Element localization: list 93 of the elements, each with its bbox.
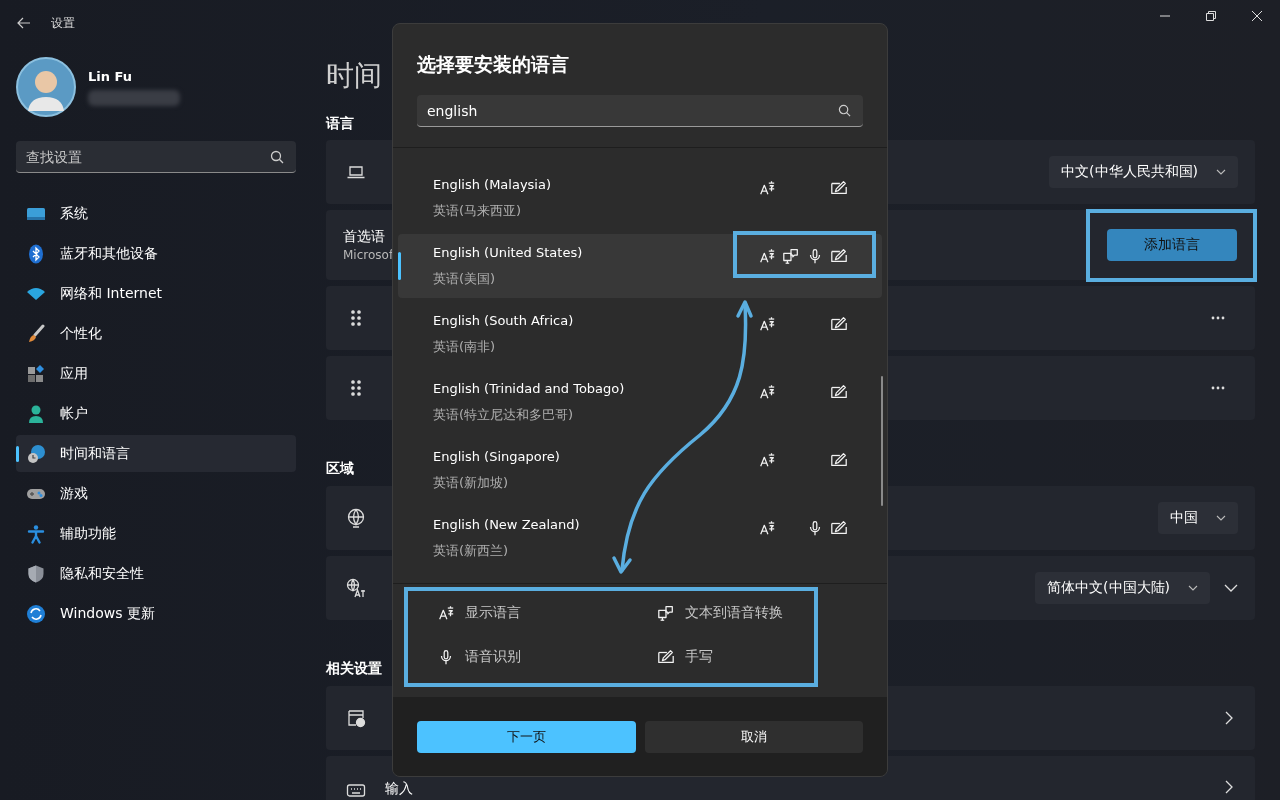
handwriting-icon xyxy=(657,648,675,666)
nav-item[interactable]: 游戏 xyxy=(16,474,296,514)
bluetooth-icon xyxy=(26,244,46,264)
nav-item[interactable]: 系统 xyxy=(16,194,296,234)
chevron-right-icon[interactable] xyxy=(1225,711,1233,725)
person-icon xyxy=(26,404,46,424)
legend-label: 手写 xyxy=(685,648,713,666)
accessibility-icon xyxy=(26,524,46,544)
language-name: English (South Africa) xyxy=(433,312,575,328)
language-row[interactable]: English (South Africa) 英语(南非) xyxy=(398,302,882,366)
language-native-name: 英语(马来西亚) xyxy=(433,201,523,220)
more-icon[interactable] xyxy=(1211,386,1225,390)
language-native-name: 英语(美国) xyxy=(433,269,497,288)
display-language-icon xyxy=(758,179,776,197)
language-row[interactable]: English (Malaysia) 英语(马来西亚) xyxy=(398,166,882,230)
handwriting-icon xyxy=(830,247,848,265)
text-to-speech-icon xyxy=(782,247,800,265)
nav-item[interactable]: 辅助功能 xyxy=(16,514,296,554)
card-subtitle: Microsof xyxy=(343,248,394,262)
language-name: English (Trinidad and Tobago) xyxy=(433,380,626,396)
back-arrow-icon[interactable] xyxy=(17,17,31,29)
language-name: English (New Zealand) xyxy=(433,516,581,532)
nav-item[interactable]: 网络和 Internet xyxy=(16,274,296,314)
search-icon xyxy=(270,150,284,164)
handwriting-icon xyxy=(830,383,848,401)
shield-icon xyxy=(26,564,46,584)
restore-icon[interactable] xyxy=(1206,11,1216,21)
nav-item[interactable]: 个性化 xyxy=(16,314,296,354)
chevron-down-icon xyxy=(1216,169,1226,175)
expand-chevron-icon[interactable] xyxy=(1224,584,1238,592)
language-row[interactable]: English (New Zealand) 英语(新西兰) xyxy=(398,506,882,570)
dropdown[interactable]: 中国 xyxy=(1158,502,1238,534)
language-row[interactable]: English (Trinidad and Tobago) 英语(特立尼达和多巴哥) xyxy=(398,370,882,434)
avatar-icon xyxy=(16,57,76,117)
section-heading: 相关设置 xyxy=(326,660,382,676)
nav-item[interactable]: 蓝牙和其他设备 xyxy=(16,234,296,274)
cancel-button[interactable]: 取消 xyxy=(644,721,863,753)
language-native-name: 英语(特立尼达和多巴哥) xyxy=(433,405,575,424)
text-to-speech-icon xyxy=(657,604,675,622)
legend-label: 文本到语音转换 xyxy=(685,604,783,622)
paintbrush-icon xyxy=(26,324,46,344)
page-title: 时间 xyxy=(326,58,382,94)
language-row[interactable]: English (United States) 英语(美国) xyxy=(398,234,882,298)
language-native-name: 英语(新加坡) xyxy=(433,473,510,492)
language-native-name: 英语(南非) xyxy=(433,337,497,356)
dialog-title: 选择要安装的语言 xyxy=(417,52,570,77)
language-native-name: 英语(新西兰) xyxy=(433,541,510,560)
display-language-icon xyxy=(758,451,776,469)
legend-label: 显示语言 xyxy=(465,604,521,622)
close-icon[interactable] xyxy=(1252,11,1262,21)
display-language-icon xyxy=(758,247,776,265)
section-heading: 区域 xyxy=(326,460,354,476)
globe-icon xyxy=(346,508,366,528)
nav-item[interactable]: 时间和语言 xyxy=(16,435,296,472)
language-name: English (United States) xyxy=(433,244,584,260)
chevron-down-icon xyxy=(1216,515,1226,521)
more-icon[interactable] xyxy=(1211,316,1225,320)
language-row[interactable]: English (Singapore) 英语(新加坡) xyxy=(398,438,882,502)
language-search-field[interactable]: english xyxy=(417,95,863,127)
handwriting-icon xyxy=(830,451,848,469)
scrollbar-thumb[interactable] xyxy=(881,376,883,506)
globe-letters-icon xyxy=(346,578,366,598)
display-language-icon xyxy=(437,604,455,622)
calendar-clock-icon xyxy=(346,708,366,728)
display-language-icon xyxy=(758,383,776,401)
handwriting-icon xyxy=(830,315,848,333)
nav-item[interactable]: 隐私和安全性 xyxy=(16,554,296,594)
language-name: English (Malaysia) xyxy=(433,176,553,192)
handwriting-icon xyxy=(830,519,848,537)
chevron-right-icon[interactable] xyxy=(1225,780,1233,794)
handwriting-icon xyxy=(830,179,848,197)
nav-item[interactable]: 应用 xyxy=(16,354,296,394)
chevron-down-icon xyxy=(1188,585,1198,591)
display-language-icon xyxy=(758,315,776,333)
update-icon xyxy=(26,604,46,624)
globe-clock-icon xyxy=(26,443,46,464)
user-name: Lin Fu xyxy=(88,68,133,84)
window-title: 设置 xyxy=(51,14,75,32)
dropdown[interactable]: 简体中文(中国大陆) xyxy=(1035,572,1210,604)
nav-item[interactable]: 帐户 xyxy=(16,394,296,434)
next-button[interactable]: 下一页 xyxy=(417,721,636,753)
search-field[interactable]: 查找设置 xyxy=(16,141,296,173)
card-title: 首选语 xyxy=(343,228,385,246)
display-language-icon xyxy=(758,519,776,537)
legend-label: 语音识别 xyxy=(465,648,521,666)
section-heading: 语言 xyxy=(326,115,354,131)
add-language-button[interactable]: 添加语言 xyxy=(1107,229,1237,261)
search-icon xyxy=(838,104,851,117)
language-name: English (Singapore) xyxy=(433,448,561,464)
dropdown[interactable]: 中文(中华人民共和国) xyxy=(1049,156,1238,188)
apps-icon xyxy=(26,364,46,384)
card-title: 输入 xyxy=(385,780,413,798)
nav-item[interactable]: Windows 更新 xyxy=(16,594,296,634)
